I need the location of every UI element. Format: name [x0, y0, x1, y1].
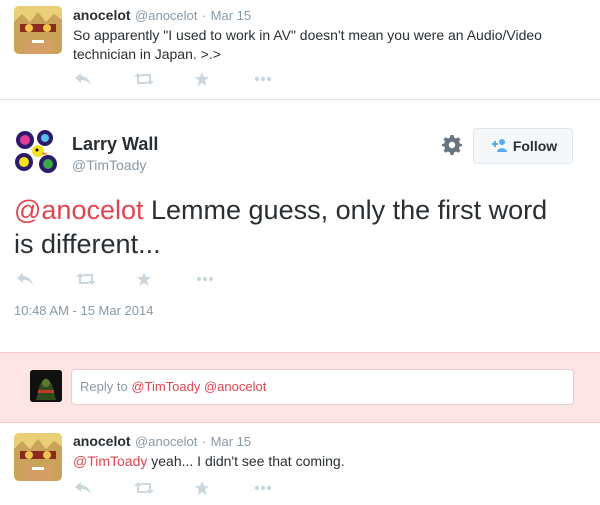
star-icon[interactable] [194, 479, 254, 497]
tweet-text: @anocelot Lemme guess, only the first wo… [14, 193, 574, 261]
gear-icon[interactable] [442, 135, 462, 155]
author-handle[interactable]: @TimToady [72, 157, 146, 173]
retweet-icon[interactable] [134, 479, 194, 497]
tweet-actions [16, 270, 256, 288]
reply-icon[interactable] [74, 479, 134, 497]
tweet-actions [74, 479, 314, 497]
separator: · [201, 434, 207, 449]
reply-icon[interactable] [74, 70, 134, 88]
reply-mentions: @TimToady @anocelot [131, 379, 267, 394]
mention-link[interactable]: @TimToady [73, 453, 147, 469]
author-name[interactable]: Larry Wall [72, 134, 158, 155]
author-name[interactable]: anocelot [73, 433, 131, 449]
author-handle[interactable]: @anocelot [135, 434, 197, 449]
avatar[interactable] [12, 128, 62, 178]
star-icon[interactable] [136, 270, 196, 288]
avatar[interactable] [14, 6, 62, 54]
more-icon[interactable] [254, 479, 314, 497]
author-handle[interactable]: @anocelot [135, 8, 197, 23]
more-icon[interactable] [196, 270, 256, 288]
reply-area: Reply to @TimToady @anocelot [0, 352, 600, 423]
author-name[interactable]: anocelot [73, 7, 131, 23]
tweet-date[interactable]: Mar 15 [211, 434, 251, 449]
reply-icon[interactable] [16, 270, 76, 288]
follow-label: Follow [512, 138, 558, 154]
add-user-icon [489, 138, 507, 155]
separator: · [201, 8, 207, 23]
star-icon[interactable] [194, 70, 254, 88]
tweet-date[interactable]: Mar 15 [211, 8, 251, 23]
tweet-body: yeah... I didn't see that coming. [147, 453, 345, 469]
avatar [30, 370, 62, 402]
tweet-text: @TimToady yeah... I didn't see that comi… [73, 452, 573, 471]
tweet-text: So apparently "I used to work in AV" doe… [73, 27, 542, 62]
reply-prefix: Reply to [80, 379, 132, 394]
tweet-bottom: anocelot @anocelot · Mar 15 @TimToady ye… [0, 423, 600, 505]
tweet-timestamp[interactable]: 10:48 AM - 15 Mar 2014 [14, 303, 153, 318]
mention-link[interactable]: @anocelot [14, 195, 144, 225]
more-icon[interactable] [254, 70, 314, 88]
avatar[interactable] [14, 433, 62, 481]
retweet-icon[interactable] [134, 70, 194, 88]
retweet-icon[interactable] [76, 270, 136, 288]
reply-input[interactable]: Reply to @TimToady @anocelot [71, 369, 574, 405]
follow-button[interactable]: Follow [473, 128, 573, 164]
tweet-top: anocelot @anocelot · Mar 15 So apparentl… [0, 0, 600, 100]
tweet-actions [74, 70, 314, 88]
